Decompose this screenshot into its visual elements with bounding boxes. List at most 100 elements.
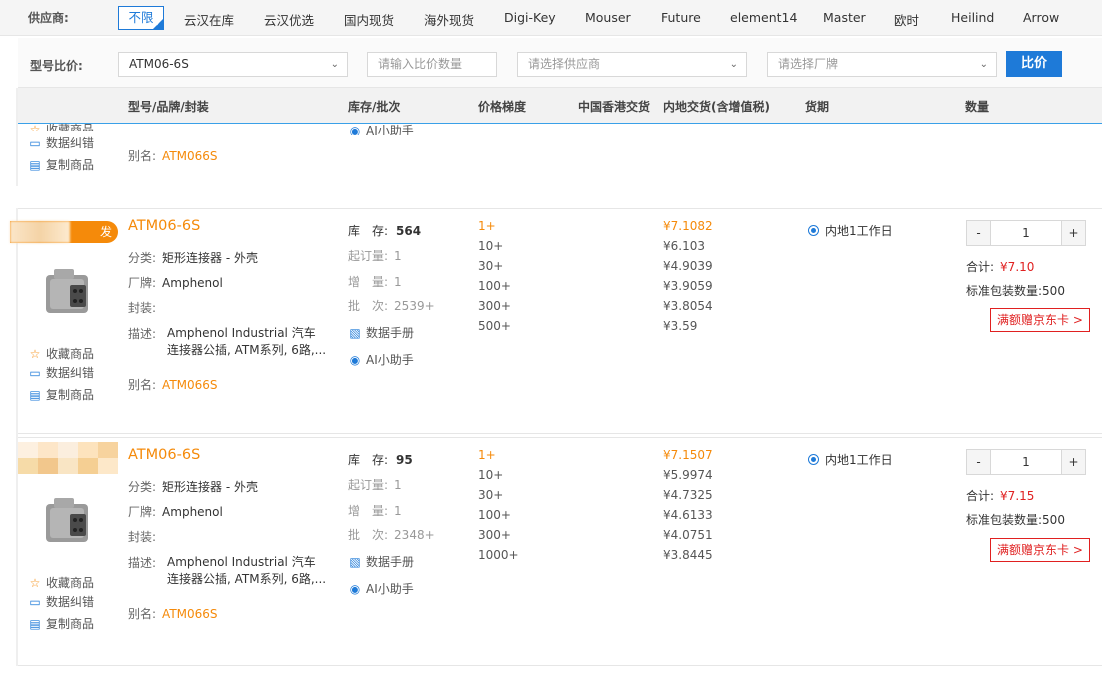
col-model: 型号/品牌/封装 bbox=[128, 100, 209, 114]
supplier-option[interactable]: Master bbox=[823, 10, 866, 25]
copy-link[interactable]: ▤ 复制商品 bbox=[28, 386, 94, 403]
increment-field: 增 量: 1 bbox=[348, 502, 402, 519]
favorite-link[interactable]: ☆ 收藏商品 bbox=[28, 574, 94, 591]
brand-select[interactable]: 请选择厂牌 ⌄ bbox=[767, 52, 997, 77]
radio-selected-icon bbox=[808, 225, 819, 236]
description-label: 描述: bbox=[128, 556, 157, 570]
supplier-option[interactable]: 国内现货 bbox=[344, 10, 394, 29]
stock-label: 库 存: bbox=[348, 224, 389, 238]
brand-value[interactable]: Amphenol bbox=[162, 276, 223, 290]
batch-value: 2348+ bbox=[394, 528, 435, 542]
compare-qty-input[interactable]: 请输入比价数量 bbox=[367, 52, 497, 77]
increment-label: 增 量: bbox=[348, 275, 389, 289]
product-image[interactable] bbox=[36, 259, 100, 323]
increment-button[interactable]: + bbox=[1061, 450, 1085, 474]
ai-label: AI小助手 bbox=[366, 582, 414, 596]
alias-value[interactable]: ATM066S bbox=[162, 607, 217, 621]
table-row: 发 ☆ 收藏商品 ▭ 数据纠错 ▤ 复制商品 ATM06-6S 分类: 矩形连接器 - … bbox=[10, 208, 1102, 434]
ai-icon: ◉ bbox=[349, 582, 361, 596]
comment-icon: ▭ bbox=[29, 136, 41, 150]
brand-value[interactable]: Amphenol bbox=[162, 505, 223, 519]
copy-link[interactable]: ▤ 复制商品 bbox=[28, 156, 94, 173]
mainland-price: ¥4.6133 bbox=[663, 508, 713, 522]
pdf-icon: ▧ bbox=[349, 326, 361, 340]
brand-field: 厂牌: Amphenol bbox=[128, 503, 223, 520]
category-value: 矩形连接器 - 外壳 bbox=[162, 251, 259, 265]
ai-assistant-link[interactable]: ◉ AI小助手 bbox=[348, 580, 414, 597]
supplier-option[interactable]: 云汉在库 bbox=[184, 10, 234, 29]
supplier-option[interactable]: Heilind bbox=[951, 10, 994, 25]
supplier-option[interactable]: Future bbox=[661, 10, 701, 25]
quantity-input[interactable]: 1 bbox=[991, 221, 1061, 245]
lead-time-option[interactable]: 内地1工作日 bbox=[808, 451, 893, 468]
pack-label: 标准包装数量: bbox=[966, 513, 1043, 527]
description-field: 描述: Amphenol Industrial 汽车连接器公插, ATM系列, 6… bbox=[128, 554, 326, 586]
brand-label: 厂牌: bbox=[128, 276, 157, 290]
favorite-link[interactable]: ☆ 收藏商品 bbox=[28, 121, 94, 131]
alias-value[interactable]: ATM066S bbox=[162, 149, 217, 163]
product-image[interactable] bbox=[36, 488, 100, 552]
total-label: 合计: bbox=[966, 489, 995, 503]
supplier-select[interactable]: 请选择供应商 ⌄ bbox=[517, 52, 747, 77]
decrement-button[interactable]: - bbox=[967, 221, 991, 245]
ai-assistant-link[interactable]: ◉ AI小助手 bbox=[348, 351, 414, 368]
lead-time-option[interactable]: 内地1工作日 bbox=[808, 222, 893, 239]
report-link[interactable]: ▭ 数据纠错 bbox=[28, 134, 94, 151]
description-value: Amphenol Industrial 汽车连接器公插, ATM系列, 6路,.… bbox=[167, 555, 327, 586]
report-link[interactable]: ▭ 数据纠错 bbox=[28, 593, 94, 610]
increment-button[interactable]: + bbox=[1061, 221, 1085, 245]
badge-text: 发 bbox=[99, 225, 112, 239]
price-tier: 1000+ bbox=[478, 548, 519, 562]
datasheet-link[interactable]: ▧ 数据手册 bbox=[348, 553, 414, 570]
alias-field: 别名: ATM066S bbox=[128, 147, 218, 164]
radio-selected-icon bbox=[808, 454, 819, 465]
jd-card-promo-button[interactable]: 满额赠京东卡 > bbox=[990, 308, 1090, 332]
product-name-link[interactable]: ATM06-6S bbox=[128, 447, 200, 463]
jd-card-promo-button[interactable]: 满额赠京东卡 > bbox=[990, 538, 1090, 562]
package-label: 封装: bbox=[128, 301, 157, 315]
copy-link[interactable]: ▤ 复制商品 bbox=[28, 615, 94, 632]
mainland-price: ¥3.8445 bbox=[663, 548, 713, 562]
datasheet-link[interactable]: ▧ 数据手册 bbox=[348, 324, 414, 341]
mainland-price: ¥3.8054 bbox=[663, 299, 713, 313]
ai-assistant-link[interactable]: ◉ AI小助手 bbox=[348, 122, 414, 135]
supplier-option[interactable]: 云汉优选 bbox=[264, 10, 314, 29]
mosaic-cell bbox=[18, 458, 38, 474]
comment-icon: ▭ bbox=[29, 595, 41, 609]
brand-select-placeholder: 请选择厂牌 bbox=[778, 57, 839, 71]
supplier-filter-bar: 供应商: 不限 云汉在库 云汉优选 国内现货 海外现货 Digi-Key Mou… bbox=[0, 0, 1102, 36]
ai-label: AI小助手 bbox=[366, 124, 414, 135]
mainland-price: ¥4.9039 bbox=[663, 259, 713, 273]
col-hk-delivery: 中国香港交货 bbox=[578, 100, 651, 114]
mosaic-cell bbox=[58, 458, 78, 474]
supplier-option[interactable]: 欧时 bbox=[894, 10, 919, 29]
alias-label: 别名: bbox=[128, 378, 157, 392]
supplier-option[interactable]: Digi-Key bbox=[504, 10, 556, 25]
compare-button[interactable]: 比价 bbox=[1006, 51, 1062, 77]
price-tier: 500+ bbox=[478, 319, 511, 333]
brand-label: 厂牌: bbox=[128, 505, 157, 519]
supplier-option[interactable]: Arrow bbox=[1023, 10, 1059, 25]
datasheet-label: 数据手册 bbox=[366, 326, 415, 340]
decrement-button[interactable]: - bbox=[967, 450, 991, 474]
favorite-link[interactable]: ☆ 收藏商品 bbox=[28, 345, 94, 362]
supplier-option[interactable]: 海外现货 bbox=[424, 10, 474, 29]
price-tier: 1+ bbox=[478, 448, 496, 462]
lead-time-value: 内地1工作日 bbox=[825, 224, 893, 238]
check-icon bbox=[152, 18, 164, 30]
stock-value: 564 bbox=[396, 224, 422, 238]
copy-label: 复制商品 bbox=[46, 158, 95, 172]
supplier-option[interactable]: Mouser bbox=[585, 10, 631, 25]
batch-field: 批 次: 2348+ bbox=[348, 526, 435, 543]
pack-label: 标准包装数量: bbox=[966, 284, 1043, 298]
col-lead-time: 货期 bbox=[805, 100, 830, 114]
quantity-input[interactable]: 1 bbox=[991, 450, 1061, 474]
product-name-link[interactable]: ATM06-6S bbox=[128, 218, 200, 234]
supplier-option[interactable]: element14 bbox=[730, 10, 797, 25]
alias-value[interactable]: ATM066S bbox=[162, 378, 217, 392]
col-stock: 库存/批次 bbox=[348, 100, 401, 114]
model-select[interactable]: ATM06-6S ⌄ bbox=[118, 52, 348, 77]
chevron-down-icon: ⌄ bbox=[979, 59, 988, 70]
supplier-option-unlimited[interactable]: 不限 bbox=[118, 6, 164, 30]
report-link[interactable]: ▭ 数据纠错 bbox=[28, 364, 94, 381]
